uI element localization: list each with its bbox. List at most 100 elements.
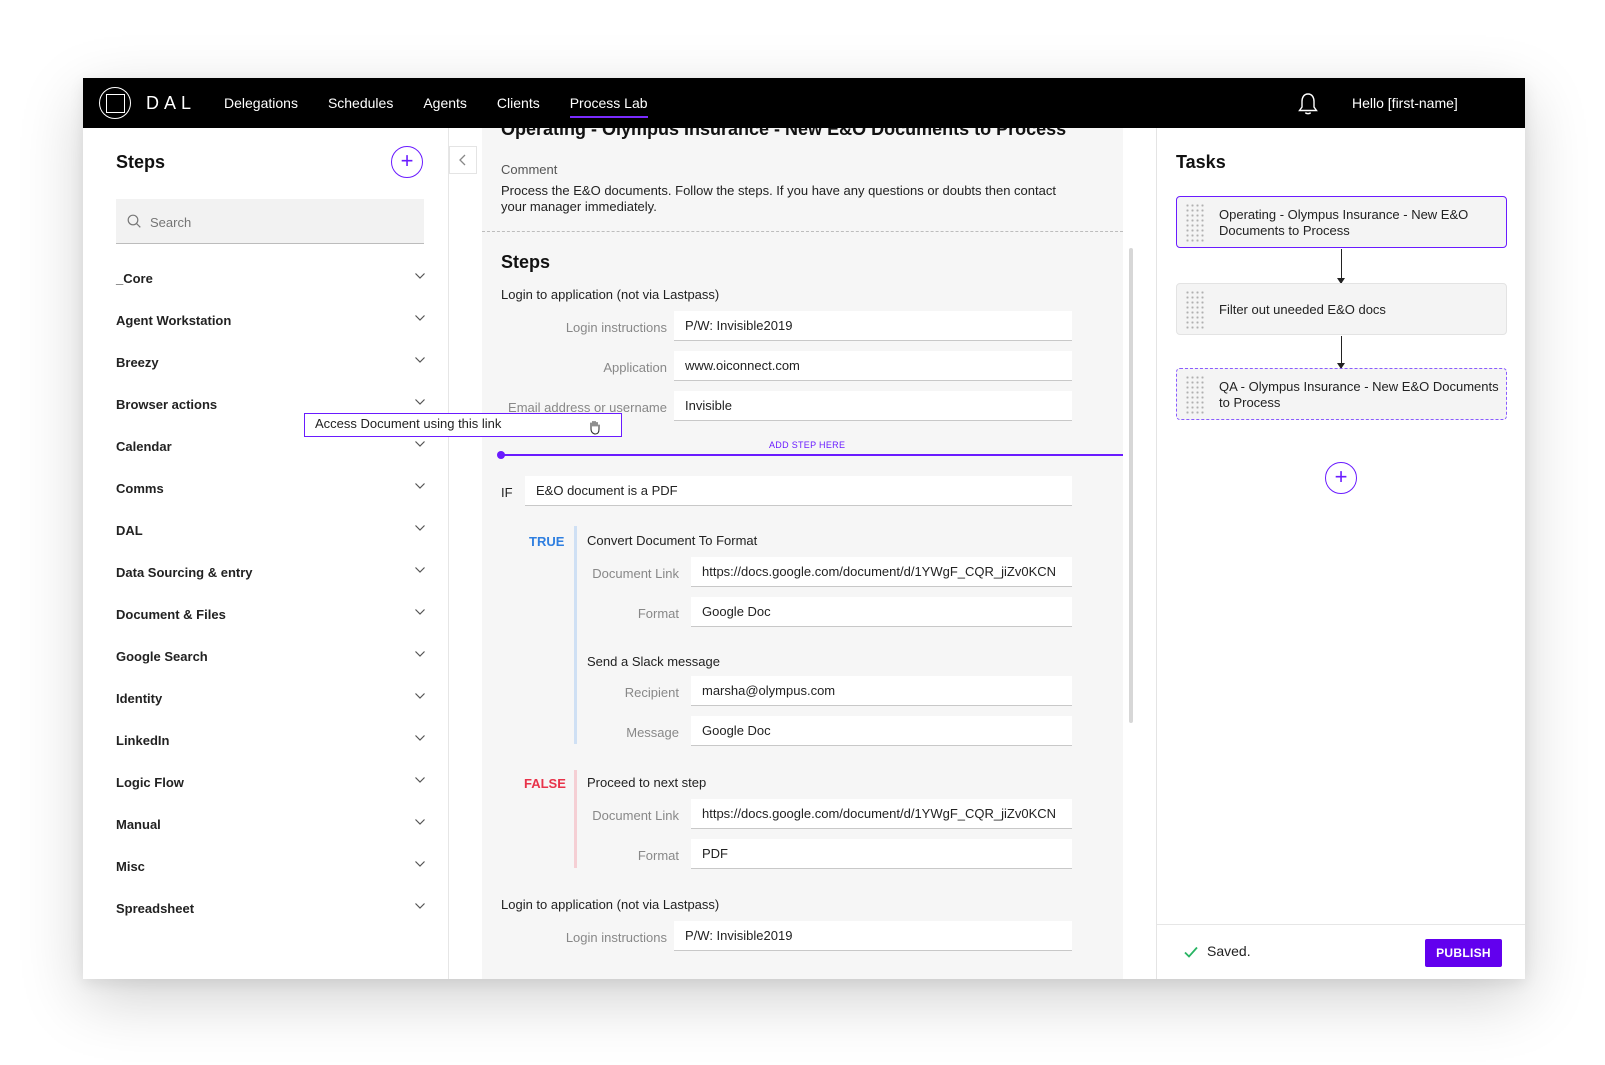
chevron-down-icon[interactable] [414,396,426,408]
step-title: Send a Slack message [587,654,720,669]
add-step-here-label: ADD STEP HERE [769,440,846,450]
editor-scrollbar[interactable] [1129,248,1133,723]
chevron-down-icon[interactable] [414,690,426,702]
sidebar-category-label: Spreadsheet [116,901,195,916]
section-divider [482,231,1123,232]
nav-agents[interactable]: Agents [423,78,467,128]
notification-bell-icon[interactable] [1297,92,1319,116]
collapse-sidebar-button[interactable] [449,146,477,174]
chevron-down-icon[interactable] [414,816,426,828]
add-step-drop-line[interactable] [499,454,1123,456]
sidebar-category-item[interactable]: Google Search [116,636,426,678]
publish-button[interactable]: PUBLISH [1425,939,1502,967]
chevron-down-icon[interactable] [414,270,426,282]
field-label: Message [626,725,679,740]
tasks-panel: Tasks Operating - Olympus Insurance - Ne… [1156,128,1525,979]
false-branch-bar [574,770,577,868]
nav-schedules[interactable]: Schedules [328,78,393,128]
step-title: Login to application (not via Lastpass) [501,897,720,912]
drop-indicator-dot [497,451,505,459]
chevron-down-icon[interactable] [414,732,426,744]
drag-handle-icon[interactable] [1185,375,1205,415]
sidebar-category-item[interactable]: Identity [116,678,426,720]
format-field[interactable]: PDF [691,839,1072,869]
dal-logo-icon[interactable] [99,87,131,119]
plus-icon: + [1334,464,1348,489]
document-link-field[interactable]: https://docs.google.com/document/d/1YWgF… [691,557,1072,587]
sidebar-category-label: _Core [116,271,153,286]
chevron-down-icon[interactable] [414,480,426,492]
dragging-step-card[interactable]: Access Document using this link [304,413,622,437]
task-connector-arrow [1337,336,1345,369]
field-label: Login instructions [565,930,667,945]
task-card[interactable]: Filter out uneeded E&O docs [1176,283,1507,335]
recipient-field[interactable]: marsha@olympus.com [691,676,1072,706]
chevron-down-icon[interactable] [414,312,426,324]
grab-cursor-icon [590,420,600,435]
sidebar-category-label: DAL [116,523,143,538]
chevron-down-icon[interactable] [414,522,426,534]
nav-process-lab[interactable]: Process Lab [569,78,648,128]
plus-icon: + [400,148,414,173]
add-step-button[interactable]: + [391,146,423,178]
sidebar-category-item[interactable]: Comms [116,468,426,510]
task-label: QA - Olympus Insurance - New E&O Documen… [1219,379,1499,410]
sidebar-category-item[interactable]: Agent Workstation [116,300,426,342]
chevron-down-icon[interactable] [414,774,426,786]
username-field[interactable]: Invisible [674,391,1072,421]
login-instructions-field[interactable]: P/W: Invisible2019 [674,921,1072,951]
chevron-left-icon [459,154,466,166]
if-condition-field[interactable]: E&O document is a PDF [525,476,1072,506]
nav-delegations[interactable]: Delegations [224,78,298,128]
sidebar-category-item[interactable]: Document & Files [116,594,426,636]
sidebar-category-label: Logic Flow [116,775,184,790]
sidebar-category-item[interactable]: LinkedIn [116,720,426,762]
chevron-down-icon[interactable] [414,564,426,576]
sidebar-category-item[interactable]: Breezy [116,342,426,384]
sidebar-category-item[interactable]: _Core [116,258,426,300]
field-label: Login instructions [565,320,667,335]
field-label: Format [637,606,679,621]
login-instructions-field[interactable]: P/W: Invisible2019 [674,311,1072,341]
message-field[interactable]: Google Doc [691,716,1072,746]
sidebar-category-label: Document & Files [116,607,226,622]
sidebar-category-label: Browser actions [116,397,218,412]
step-title: Login to application (not via Lastpass) [501,287,720,302]
drag-handle-icon[interactable] [1185,203,1205,243]
chevron-down-icon[interactable] [414,858,426,870]
chevron-down-icon[interactable] [414,900,426,912]
chevron-down-icon[interactable] [414,354,426,366]
sidebar-category-item[interactable]: Data Sourcing & entry [116,552,426,594]
field-label: Document Link [592,808,679,823]
user-greeting[interactable]: Hello [first-name] [1352,95,1458,111]
process-title: Operating - Olympus Insurance - New E&O … [501,128,1067,139]
application-field[interactable]: www.oiconnect.com [674,351,1072,381]
comment-label: Comment [501,162,558,177]
app-window: DAL Delegations Schedules Agents Clients… [83,78,1525,979]
chevron-down-icon[interactable] [414,606,426,618]
sidebar-category-label: Identity [116,691,163,706]
task-label: Operating - Olympus Insurance - New E&O … [1219,207,1469,238]
sidebar-category-item[interactable]: Manual [116,804,426,846]
sidebar-category-item[interactable]: Logic Flow [116,762,426,804]
drag-handle-icon[interactable] [1185,290,1205,330]
step-category-list: _Core Agent Workstation Breezy Browser acti… [116,258,426,930]
nav-clients[interactable]: Clients [497,78,540,128]
sidebar-category-label: Google Search [116,649,208,664]
add-task-button[interactable]: + [1325,462,1357,494]
steps-search-box[interactable] [116,199,424,244]
comment-text[interactable]: Process the E&O documents. Follow the st… [501,183,1071,215]
document-link-field[interactable]: https://docs.google.com/document/d/1YWgF… [691,799,1072,829]
chevron-down-icon[interactable] [414,438,426,450]
true-branch-label: TRUE [529,534,565,549]
sidebar-category-item[interactable]: Misc [116,846,426,888]
save-status: Saved. [1207,943,1251,959]
sidebar-category-item[interactable]: Spreadsheet [116,888,426,930]
sidebar-category-label: Manual [116,817,161,832]
sidebar-category-item[interactable]: DAL [116,510,426,552]
steps-search-input[interactable] [150,211,410,233]
task-card[interactable]: QA - Olympus Insurance - New E&O Documen… [1176,368,1507,420]
chevron-down-icon[interactable] [414,648,426,660]
format-field[interactable]: Google Doc [691,597,1072,627]
task-card[interactable]: Operating - Olympus Insurance - New E&O … [1176,196,1507,248]
